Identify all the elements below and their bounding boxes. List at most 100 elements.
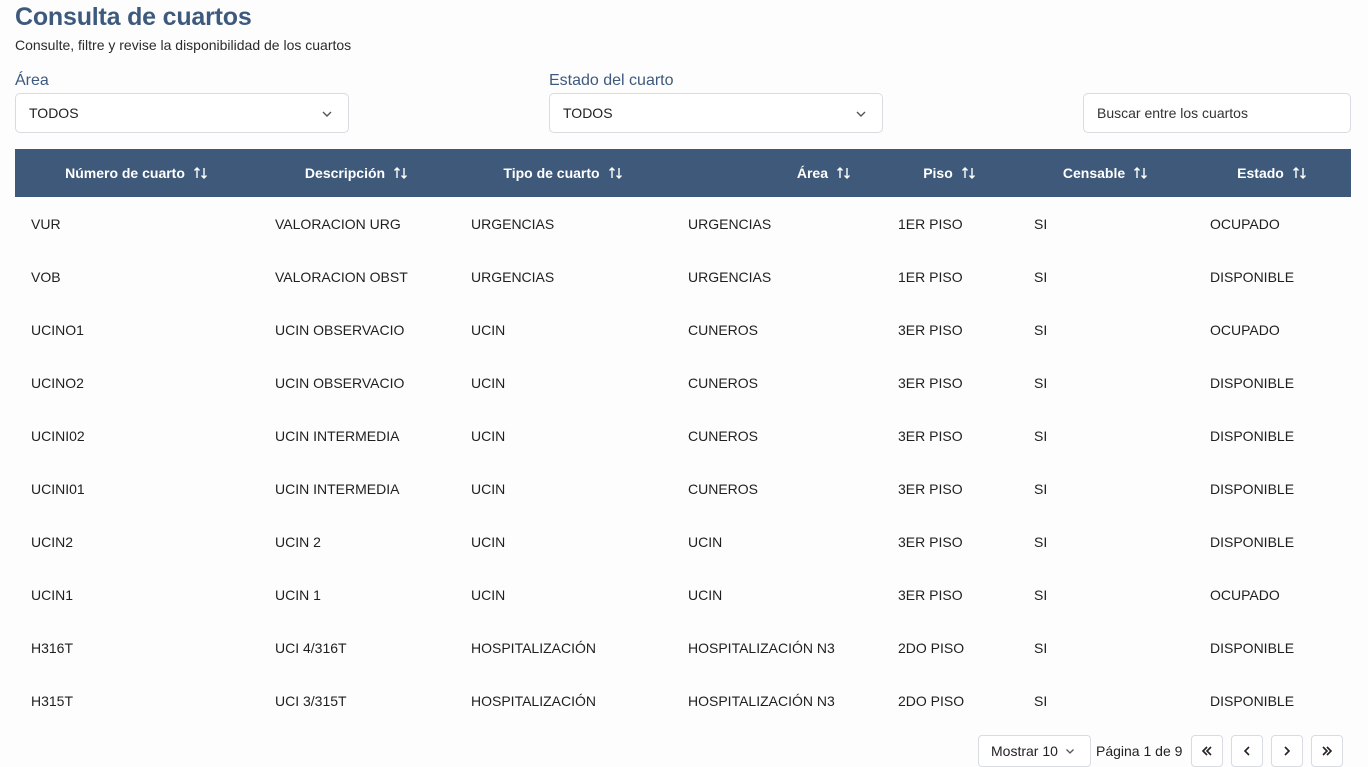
chevron-right-icon xyxy=(1284,746,1291,756)
last-page-button[interactable] xyxy=(1311,735,1343,767)
table-cell: UCIN xyxy=(471,321,506,338)
table-cell: H315T xyxy=(31,692,74,709)
sort-icon xyxy=(1292,167,1306,179)
table-row[interactable]: UCINO1 UCIN OBSERVACIO UCIN CUNEROS 3ER PISO… xyxy=(15,303,1351,356)
table-cell: SI xyxy=(1034,427,1048,444)
table-cell: UCIN xyxy=(471,480,506,497)
table-cell: UCINO2 xyxy=(31,374,84,391)
table-body: VUR VALORACION URG URGENCIAS URGENCIAS 1ER P… xyxy=(15,197,1351,727)
table-row[interactable]: VUR VALORACION URG URGENCIAS URGENCIAS 1ER P… xyxy=(15,197,1351,250)
table-cell: 3ER PISO xyxy=(898,374,963,391)
table-cell: UCIN OBSERVACIO xyxy=(275,321,405,338)
page-subtitle: Consulte, filtre y revise la disponibili… xyxy=(15,37,352,53)
table-cell: UCIN 1 xyxy=(275,586,321,603)
table-cell: VALORACION OBST xyxy=(275,268,408,285)
table-row[interactable]: UCINO2 UCIN OBSERVACIO UCIN CUNEROS 3ER PISO… xyxy=(15,356,1351,409)
table-cell: DISPONIBLE xyxy=(1210,533,1295,550)
rooms-table-container: Número de cuarto Descripción Tipo de cua… xyxy=(15,149,1351,727)
column-header-estado[interactable]: Estado xyxy=(1194,149,1351,197)
table-row[interactable]: H315T UCI 3/315T HOSPITALIZACIÓN HOSPITALIZ… xyxy=(15,674,1351,727)
next-page-button[interactable] xyxy=(1271,735,1303,767)
table-cell: 3ER PISO xyxy=(898,586,963,603)
chevron-down-icon xyxy=(322,111,332,117)
table-cell: 3ER PISO xyxy=(898,480,963,497)
table-cell: DISPONIBLE xyxy=(1210,374,1295,391)
table-cell: UCIN xyxy=(471,586,506,603)
sort-icon xyxy=(1134,167,1148,179)
sort-icon xyxy=(394,167,408,179)
table-cell: SI xyxy=(1034,533,1048,550)
table-header-row: Número de cuarto Descripción Tipo de cua… xyxy=(15,149,1351,197)
table-cell: 3ER PISO xyxy=(898,321,963,338)
column-header-descripcion[interactable]: Descripción xyxy=(259,149,455,197)
table-cell: HOSPITALIZACIÓN xyxy=(471,639,596,656)
table-row[interactable]: UCIN2 UCIN 2 UCIN UCIN 3ER PISO SI DISPONIBLE xyxy=(15,515,1351,568)
table-cell: UCIN INTERMEDIA xyxy=(275,480,400,497)
table-cell: 3ER PISO xyxy=(898,427,963,444)
sort-icon xyxy=(608,167,622,179)
table-cell: OCUPADO xyxy=(1210,215,1280,232)
table-cell: DISPONIBLE xyxy=(1210,427,1295,444)
area-select[interactable]: TODOS xyxy=(15,93,349,133)
table-cell: UCINO1 xyxy=(31,321,84,338)
table-row[interactable]: UCINI02 UCIN INTERMEDIA UCIN CUNEROS 3ER PIS… xyxy=(15,409,1351,462)
column-header-censable[interactable]: Censable xyxy=(1018,149,1194,197)
table-cell: UCIN2 xyxy=(31,533,74,550)
table-cell: 2DO PISO xyxy=(898,692,965,709)
table-cell: URGENCIAS xyxy=(471,268,555,285)
table-row[interactable]: UCINI01 UCIN INTERMEDIA UCIN CUNEROS 3ER PIS… xyxy=(15,462,1351,515)
table-cell: DISPONIBLE xyxy=(1210,692,1295,709)
page-title: Consulta de cuartos xyxy=(15,3,252,31)
table-cell: VOB xyxy=(31,268,61,285)
table-cell: UCI 4/316T xyxy=(275,639,347,656)
table-cell: OCUPADO xyxy=(1210,586,1280,603)
chevrons-left-icon xyxy=(1201,746,1212,756)
table-cell: CUNEROS xyxy=(688,374,759,391)
table-cell: HOSPITALIZACIÓN xyxy=(471,692,596,709)
table-row[interactable]: VOB VALORACION OBST URGENCIAS URGENCIAS 1ER … xyxy=(15,250,1351,303)
table-cell: SI xyxy=(1034,480,1048,497)
table-cell: OCUPADO xyxy=(1210,321,1280,338)
table-cell: DISPONIBLE xyxy=(1210,639,1295,656)
estado-filter-label: Estado del cuarto xyxy=(549,72,674,89)
table-cell: URGENCIAS xyxy=(688,215,772,232)
estado-select-value: TODOS xyxy=(563,105,613,121)
table-cell: UCIN xyxy=(471,374,506,391)
page-size-select[interactable]: Mostrar 10 xyxy=(978,735,1091,767)
area-filter-label: Área xyxy=(15,72,49,89)
table-cell: UCIN INTERMEDIA xyxy=(275,427,400,444)
table-cell: CUNEROS xyxy=(688,480,759,497)
sort-icon xyxy=(193,167,207,179)
table-cell: SI xyxy=(1034,321,1048,338)
area-select-value: TODOS xyxy=(29,105,79,121)
page-size-label: Mostrar 10 xyxy=(991,743,1058,759)
table-cell: UCINI01 xyxy=(31,480,85,497)
column-header-area[interactable]: Área xyxy=(672,149,882,197)
column-header-numero[interactable]: Número de cuarto xyxy=(15,149,259,197)
estado-select[interactable]: TODOS xyxy=(549,93,883,133)
sort-icon xyxy=(961,167,975,179)
table-cell: UCINI02 xyxy=(31,427,85,444)
sort-icon xyxy=(837,167,850,179)
previous-page-button[interactable] xyxy=(1231,735,1263,767)
chevron-down-icon xyxy=(1066,749,1074,754)
first-page-button[interactable] xyxy=(1191,735,1223,767)
table-cell: UCI 3/315T xyxy=(275,692,347,709)
table-cell: SI xyxy=(1034,215,1048,232)
search-input[interactable] xyxy=(1083,93,1351,133)
table-cell: CUNEROS xyxy=(688,427,759,444)
table-cell: UCIN 2 xyxy=(275,533,321,550)
table-cell: SI xyxy=(1034,639,1048,656)
table-row[interactable]: UCIN1 UCIN 1 UCIN UCIN 3ER PISO SI OCUPADO xyxy=(15,568,1351,621)
column-header-tipo[interactable]: Tipo de cuarto xyxy=(455,149,672,197)
table-cell: SI xyxy=(1034,374,1048,391)
table-row[interactable]: H316T UCI 4/316T HOSPITALIZACIÓN HOSPITALIZ… xyxy=(15,621,1351,674)
column-header-piso[interactable]: Piso xyxy=(882,149,1018,197)
table-cell: VALORACION URG xyxy=(275,215,401,232)
table-cell: URGENCIAS xyxy=(471,215,555,232)
table-cell: DISPONIBLE xyxy=(1210,480,1295,497)
table-cell: UCIN xyxy=(471,533,506,550)
chevron-down-icon xyxy=(856,111,866,117)
table-cell: UCIN OBSERVACIO xyxy=(275,374,405,391)
chevron-left-icon xyxy=(1243,746,1250,756)
